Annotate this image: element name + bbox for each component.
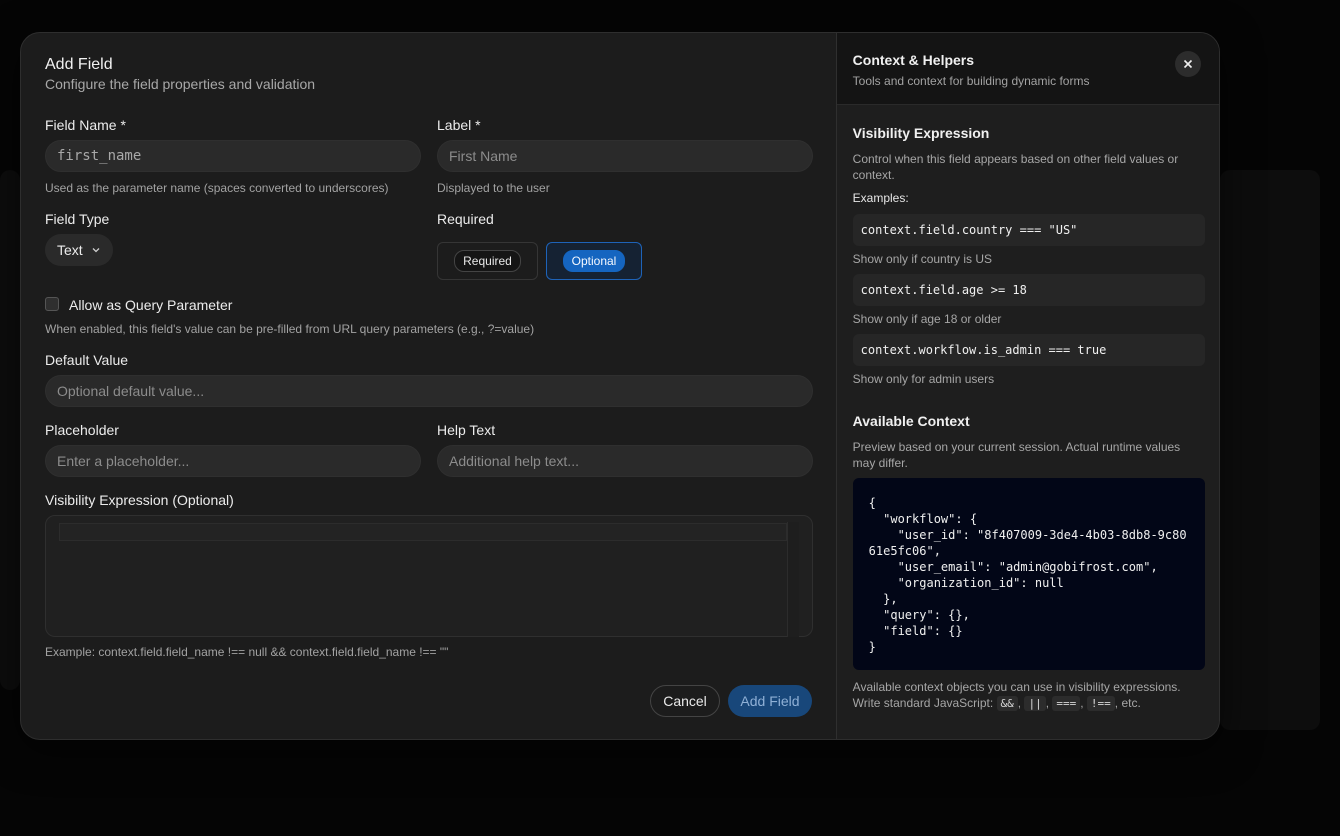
required-label: Required [437,211,494,227]
field-name-label: Field Name * [45,117,126,133]
add-field-button[interactable]: Add Field [728,685,812,717]
help-text-input[interactable]: Additional help text... [437,445,813,477]
visibility-label: Visibility Expression (Optional) [45,492,234,508]
context-footer-line2: Write standard JavaScript: &&, ||, ===, … [852,696,1141,711]
placeholder-placeholder: Enter a placeholder... [57,453,190,469]
backdrop-panel [0,170,20,690]
cancel-button[interactable]: Cancel [650,685,720,717]
default-value-label: Default Value [45,352,129,368]
query-param-checkbox[interactable] [45,297,59,311]
label-hint: Displayed to the user [437,181,550,195]
helpers-title: Context & Helpers [852,52,975,68]
helpers-header: Context & Helpers Tools and context for … [836,33,1219,105]
required-option-label: Required [454,250,521,272]
example-code-country: context.field.country === "US" [852,214,1205,246]
operator-strict-equal: === [1052,696,1081,711]
field-name-input[interactable]: first_name [45,140,421,172]
example-caption-country: Show only if country is US [852,252,993,266]
close-button[interactable] [1175,51,1201,77]
required-option[interactable]: Required [437,242,538,280]
context-helpers-panel: Context & Helpers Tools and context for … [835,33,1219,739]
add-field-dialog: Add Field Configure the field properties… [20,32,1220,740]
backdrop-panel-right [1220,170,1320,730]
label-field-label: Label * [437,117,481,133]
example-code-admin: context.workflow.is_admin === true [852,334,1205,366]
dialog-title: Add Field [45,56,113,73]
operator-or: || [1024,696,1046,711]
field-name-hint: Used as the parameter name (spaces conve… [45,181,389,195]
placeholder-label: Placeholder [45,422,119,438]
default-value-input[interactable]: Optional default value... [45,375,813,407]
label-placeholder: First Name [449,148,518,164]
visibility-expression-editor[interactable] [45,515,813,637]
query-param-label: Allow as Query Parameter [69,297,233,313]
example-code-age: context.field.age >= 18 [852,274,1205,306]
editor-scrollbar[interactable] [787,522,799,637]
field-form: Add Field Configure the field properties… [21,33,836,739]
close-icon [1183,59,1193,69]
placeholder-input[interactable]: Enter a placeholder... [45,445,421,477]
context-json-preview: { "workflow": { "user_id": "8f407009-3de… [852,478,1205,670]
context-footer-line1: Available context objects you can use in… [852,680,1181,694]
dialog-subtitle: Configure the field properties and valid… [45,76,316,92]
help-text-placeholder: Additional help text... [449,453,579,469]
examples-label: Examples: [852,191,909,205]
optional-option-label: Optional [562,250,626,272]
visibility-section-title: Visibility Expression [852,125,990,141]
field-name-value: first_name [57,148,142,164]
context-footer: Available context objects you can use in… [853,679,1213,712]
example-caption-admin: Show only for admin users [852,372,995,386]
context-footer-prefix: Write standard JavaScript: [852,696,994,710]
field-type-label: Field Type [45,211,110,227]
context-section-description: Preview based on your current session. A… [852,440,1181,470]
help-text-label: Help Text [437,422,496,438]
optional-option[interactable]: Optional [546,242,642,280]
context-footer-end: , etc. [1114,696,1141,710]
field-type-select[interactable]: Text [45,234,113,266]
editor-current-line [59,523,787,541]
context-section-title: Available Context [852,413,970,429]
default-value-placeholder: Optional default value... [57,383,205,399]
operator-and: && [996,696,1018,711]
visibility-section-description: Control when this field appears based on… [852,152,1179,182]
field-type-value: Text [57,242,83,258]
example-caption-age: Show only if age 18 or older [852,312,1002,326]
visibility-example: Example: context.field.field_name !== nu… [45,645,449,659]
label-input[interactable]: First Name [437,140,813,172]
helpers-subtitle: Tools and context for building dynamic f… [852,74,1090,88]
query-param-hint: When enabled, this field's value can be … [45,322,535,336]
operator-strict-not-equal: !== [1086,696,1115,711]
chevron-down-icon [92,248,100,253]
